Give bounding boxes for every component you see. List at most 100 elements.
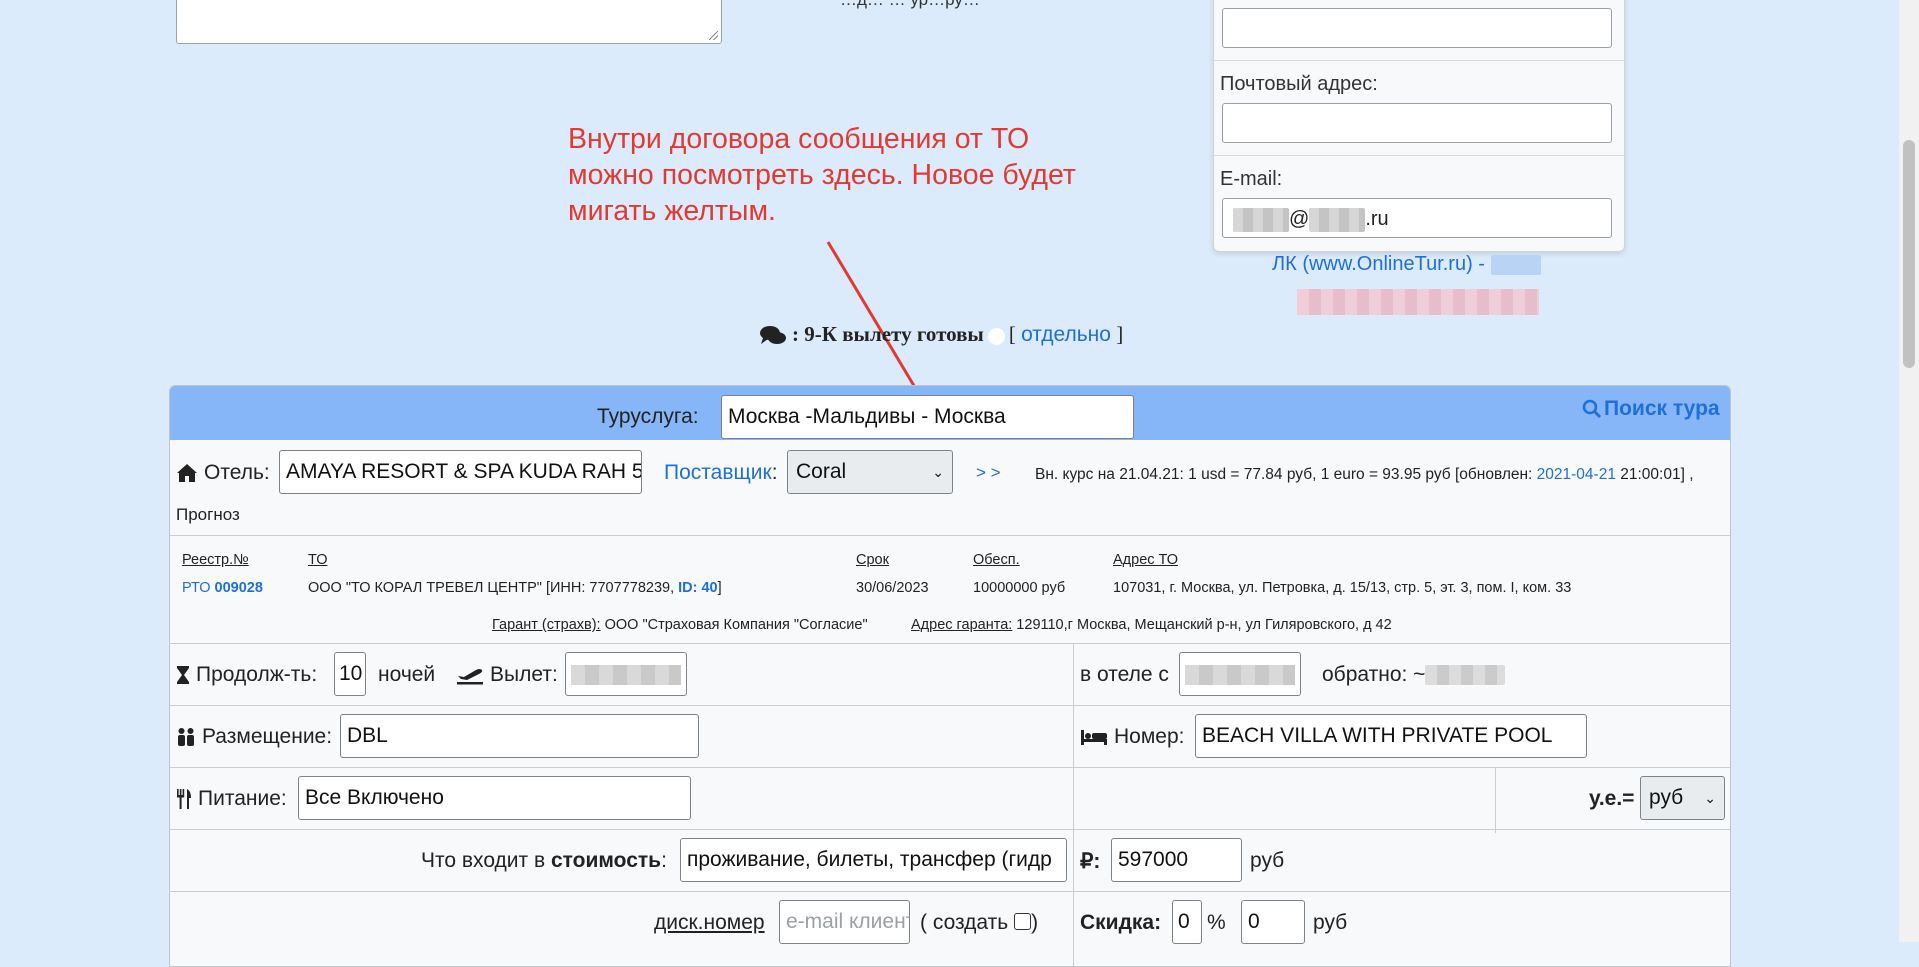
contact-panel: Почтовый адрес: E-mail: @ .ru <box>1213 0 1625 252</box>
discount-rub-input[interactable]: 0 <box>1241 900 1305 944</box>
email-field[interactable]: @ .ru <box>1222 198 1612 238</box>
chat-line: : 9-К вылету готовы [ отдельно ] <box>760 322 1123 347</box>
hotel-label-text: Отель: <box>204 461 270 484</box>
rate-date-link[interactable]: 2021-04-21 <box>1537 466 1616 483</box>
ruble-label: ₽: <box>1080 850 1101 873</box>
guarantor: Гарант (страхв): ООО "Страховая Компания… <box>492 617 868 633</box>
registry-number[interactable]: РТО 009028 <box>182 580 263 596</box>
includes-label-bold: стоимость <box>550 849 662 872</box>
create-checkbox[interactable] <box>1014 913 1032 930</box>
comments-icon <box>760 326 786 345</box>
guarantor-address-value: 129110,г Москва, Мещанский р-н, ул Гиляр… <box>1012 617 1392 633</box>
supplier-link[interactable]: Поставщик <box>664 461 772 484</box>
registry-number-link[interactable]: 009028 <box>215 580 263 596</box>
create-close: ) <box>1031 911 1039 934</box>
guarantor-value: ООО "Страховая Компания "Согласие" <box>600 617 868 633</box>
registry-header: Реестр.№ <box>182 552 249 568</box>
security-header-text: Обесп. <box>973 552 1020 568</box>
disc-number-text: диск.номер <box>654 911 765 934</box>
hourglass-icon <box>177 666 189 685</box>
address-header: Адрес ТО <box>1113 552 1178 568</box>
lk-link[interactable]: ЛК (www.OnlineTur.ru) - <box>1272 253 1541 276</box>
meal-label: Питание: <box>176 787 287 811</box>
includes-label: Что входит в стоимость: <box>421 849 667 873</box>
price-input[interactable]: 597000 <box>1111 838 1242 882</box>
nights-label: ночей <box>378 663 436 686</box>
term-value: 30/06/2023 <box>856 580 929 596</box>
accommodation-label: Размещение: <box>176 725 332 749</box>
guarantor-label: Гарант (страхв): <box>492 617 601 633</box>
search-tour-label: Поиск тура <box>1604 397 1720 420</box>
blurred-text <box>1297 289 1539 315</box>
security-value: 10000000 руб <box>973 580 1066 596</box>
hotel-input[interactable]: AMAYA RESORT & SPA KUDA RAH 5* <box>279 450 642 494</box>
includes-input[interactable]: проживание, билеты, трансфер (гидр <box>680 838 1067 882</box>
registry-prefix: РТО <box>182 580 215 596</box>
tourservice-input[interactable]: Москва -Мальдивы - Москва <box>721 395 1134 439</box>
phone-field[interactable] <box>1222 8 1612 48</box>
scrollbar-thumb[interactable] <box>1903 140 1915 368</box>
to-header-text: ТО <box>308 552 328 568</box>
supplier-colon: : <box>771 461 778 484</box>
departure-label: Вылет: <box>456 663 558 687</box>
postal-address-label: Почтовый адрес: <box>1220 73 1378 95</box>
plane-departure-icon <box>457 669 483 685</box>
email-domain-suffix: .ru <box>1365 208 1389 230</box>
hotel-label: Отель: <box>176 461 270 485</box>
term-header-text: Срок <box>856 552 889 568</box>
meal-label-text: Питание: <box>198 787 287 810</box>
client-email-input[interactable]: e-mail клиента <box>779 900 910 944</box>
guarantor-address: Адрес гаранта: 129110,г Москва, Мещански… <box>911 617 1392 633</box>
includes-label-colon: : <box>661 849 667 872</box>
forecast-link[interactable]: Прогноз <box>176 505 240 525</box>
checkin-date-input[interactable] <box>1179 652 1301 696</box>
chevron-down-icon: ⌄ <box>1704 790 1716 806</box>
departure-date-input[interactable] <box>565 652 687 696</box>
supplier-label: Поставщик: <box>664 461 778 485</box>
supplier-select[interactable]: Coral ⌄ <box>787 450 953 494</box>
in-hotel-label: в отеле с <box>1080 663 1169 686</box>
discount-percent-input[interactable]: 0 <box>1172 900 1202 944</box>
lk-link-text: ЛК (www.OnlineTur.ru) - <box>1272 253 1491 275</box>
email-label: E-mail: <box>1220 168 1283 190</box>
disc-number-link[interactable]: диск.номер <box>654 911 765 935</box>
duration-label-text: Продолж-ть: <box>196 663 318 686</box>
to-id-link[interactable]: ID: 40 <box>678 580 718 596</box>
currency-value: руб <box>1649 786 1684 809</box>
discount-currency: руб <box>1313 911 1348 934</box>
departure-label-text: Вылет: <box>490 663 558 686</box>
separately-link[interactable]: отдельно <box>1021 323 1111 346</box>
annotation-note: Внутри договора сообщения от ТО можно по… <box>568 123 1076 227</box>
bracket-open: [ <box>1008 322 1022 346</box>
accommodation-input[interactable]: DBL <box>340 714 699 758</box>
tourservice-label: Туруслуга: <box>597 405 699 428</box>
to-close: ] <box>717 580 722 596</box>
cut-text: …д… … ур…ру… <box>840 0 980 10</box>
rate-text: Вн. курс на 21.04.21: 1 usd = 77.84 руб,… <box>1035 466 1537 483</box>
status-dot <box>987 327 1005 345</box>
comment-textarea[interactable] <box>176 0 722 44</box>
to-name: ООО "ТО КОРАЛ ТРЕВЕЛ ЦЕНТР" [ИНН: 770777… <box>308 580 722 596</box>
postal-address-field[interactable] <box>1222 103 1612 143</box>
resize-handle[interactable] <box>709 31 718 40</box>
duration-input[interactable]: 10 <box>334 652 366 696</box>
meal-input[interactable]: Все Включено <box>298 776 691 820</box>
to-header: ТО <box>308 552 327 568</box>
rate-text-end: 21:00:01] , <box>1615 466 1694 483</box>
more-link[interactable]: > > <box>976 463 1001 483</box>
create-label-text: ( создать <box>920 911 1009 934</box>
currency-select[interactable]: руб ⌄ <box>1640 776 1725 820</box>
scrollbar[interactable] <box>1899 0 1919 942</box>
includes-label-text: Что входит в <box>421 849 551 872</box>
registry-number-header: Реестр.№ <box>182 552 249 568</box>
chevron-down-icon: ⌄ <box>932 464 944 480</box>
room-input[interactable]: BEACH VILLA WITH PRIVATE POOL <box>1195 714 1587 758</box>
create-label: ( создать ) <box>920 911 1038 935</box>
blurred-email-domain <box>1309 207 1366 232</box>
search-tour-link[interactable]: Поиск тура <box>1582 397 1720 421</box>
home-icon <box>177 464 197 483</box>
guarantor-address-label: Адрес гаранта: <box>911 617 1013 633</box>
supplier-value: Coral <box>796 460 847 483</box>
tour-form: Туруслуга: Москва -Мальдивы - Москва Пои… <box>169 385 1731 967</box>
ue-label: у.е.= <box>1589 787 1635 810</box>
